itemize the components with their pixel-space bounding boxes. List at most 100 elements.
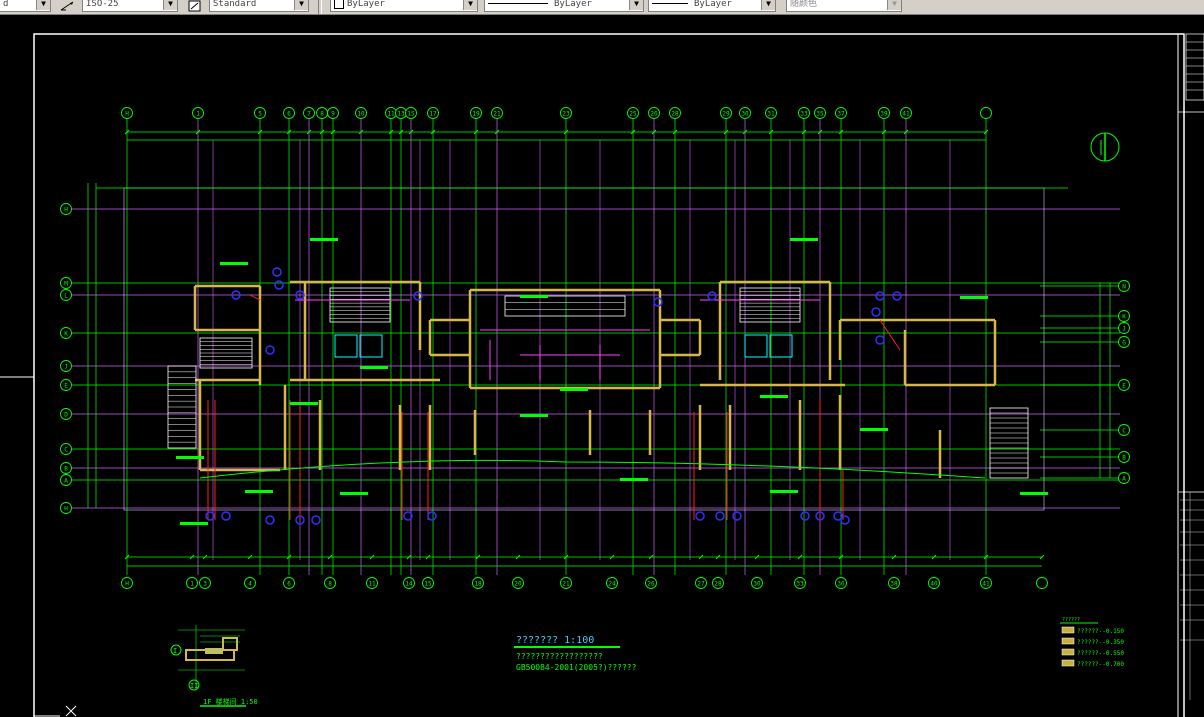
- annotation-text: [1020, 492, 1048, 495]
- chevron-down-icon[interactable]: ▼: [887, 0, 901, 10]
- plotstyle-value: 随颜色: [790, 0, 818, 9]
- axis-bubble-label: L: [64, 293, 68, 300]
- axis-bubble: 33: [794, 577, 806, 589]
- axis-bubble: 19: [470, 107, 482, 119]
- axis-bubble: 40: [928, 577, 940, 589]
- axis-bubble: 8: [324, 577, 336, 589]
- legend-item: ??????--0.350: [1061, 637, 1124, 646]
- hydrant-icon: [715, 511, 725, 521]
- chevron-down-icon[interactable]: ▼: [629, 0, 643, 10]
- chevron-down-icon[interactable]: ▼: [761, 0, 775, 10]
- axis-bubble-label: 3: [203, 581, 207, 588]
- linetype-value: ByLayer: [554, 0, 592, 9]
- svg-text:I: I: [173, 647, 177, 655]
- axis-bubble: E: [60, 379, 72, 391]
- axis-bubble-label: 19: [472, 111, 480, 118]
- axis-bubble-label: 5: [258, 111, 262, 118]
- axis-bubble-label: 31: [767, 111, 775, 118]
- axis-bubble-label: J: [64, 364, 68, 371]
- annotation-text: [790, 238, 818, 241]
- axis-bubble: 38: [888, 577, 900, 589]
- textstyle-icon[interactable]: [188, 0, 202, 12]
- axis-bubble-label: 14: [405, 581, 413, 588]
- axis-bubble: M: [60, 277, 72, 289]
- axis-bubble: B: [60, 462, 72, 474]
- chevron-down-icon[interactable]: ▼: [36, 0, 50, 10]
- hydrant-icon: [875, 335, 885, 345]
- axis-bubble-label: H: [64, 207, 68, 214]
- axis-bubble: C: [1118, 424, 1130, 436]
- axis-bubble: 33: [798, 107, 810, 119]
- axis-bubble: [1036, 577, 1048, 589]
- lineweight-dropdown[interactable]: ByLayer ▼: [648, 0, 776, 12]
- axis-bubble-label: J: [1122, 326, 1126, 333]
- textstyle-dropdown[interactable]: Standard ▼: [209, 0, 309, 12]
- svg-text:??????--0.550: ??????--0.550: [1077, 650, 1124, 657]
- pipe-red: [879, 319, 901, 351]
- axis-bubble: 1: [186, 577, 198, 589]
- axis-bubble-label: 15: [407, 111, 415, 118]
- chevron-down-icon[interactable]: ▼: [463, 0, 477, 10]
- axis-bubble-label: 7: [307, 111, 311, 118]
- axis-bubble: 13: [395, 107, 407, 119]
- hydrant-icon: [732, 511, 742, 521]
- axis-bubble-label: 36: [837, 581, 845, 588]
- plan-title: ??????? 1:100: [516, 635, 594, 646]
- hydrant-icon: [840, 515, 850, 525]
- annotation-text: [520, 295, 548, 298]
- annotation-text: [960, 296, 988, 299]
- chevron-down-icon[interactable]: ▼: [163, 0, 177, 10]
- svg-text:??????--0.150: ??????--0.150: [1077, 628, 1124, 635]
- axis-bubble-label: 30: [741, 111, 749, 118]
- axis-bubble: 3: [199, 577, 211, 589]
- grid-lines: [70, 119, 1120, 575]
- elevator-shaft: [359, 334, 383, 358]
- dimstyle-icon[interactable]: [60, 0, 74, 12]
- linetype-preview: [488, 3, 548, 4]
- hydrant-icon: [272, 267, 282, 277]
- axis-bubble: 21: [491, 107, 503, 119]
- axis-bubble-label: N: [1122, 284, 1126, 291]
- axis-bubble-label: 41: [902, 111, 910, 118]
- axis-bubble: 4: [244, 577, 256, 589]
- plan-subtitle: ??????????????????: [516, 652, 603, 661]
- first-dropdown[interactable]: d ▼: [0, 0, 51, 12]
- hydrant-icon: [800, 511, 810, 521]
- axis-bubble-label: 11: [387, 111, 395, 118]
- building-edge: [199, 459, 986, 479]
- axis-bubble: 21: [560, 577, 572, 589]
- properties-toolbar: d ▼ ISO-25 ▼ Standard ▼ ByLayer ▼ ByLaye…: [0, 0, 1204, 15]
- legend: ?????? ??????--0.150 ??????--0.350 ?????…: [1060, 617, 1124, 668]
- toolbar-separator: [318, 0, 322, 14]
- north-arrow-icon: [1090, 132, 1120, 162]
- svg-text:II: II: [190, 682, 198, 690]
- axis-bubble-label: A: [64, 478, 68, 485]
- linetype-dropdown[interactable]: ByLayer ▼: [484, 0, 644, 12]
- axis-bubble: H: [60, 502, 72, 514]
- stair-mid-right: [739, 287, 801, 323]
- svg-text:??????--0.350: ??????--0.350: [1077, 639, 1124, 646]
- axis-bubble-label: K: [64, 331, 68, 338]
- annotation-text: [560, 388, 588, 391]
- chevron-down-icon[interactable]: ▼: [294, 0, 308, 10]
- axis-bubble: 10: [355, 107, 367, 119]
- hydrant-icon: [427, 511, 437, 521]
- plan-standard-note: GB50084-2001(2005?)??????: [516, 663, 637, 672]
- axis-bubble-label: 6: [287, 581, 291, 588]
- drawing-canvas[interactable]: H 1 5 6 7 8 9 10 11 13 15 17 19 21 23 25 26 28 29 30 31 33 35 3…: [0, 14, 1204, 717]
- axis-bubble-label: 21: [493, 111, 501, 118]
- legend-item: ??????--0.150: [1061, 626, 1124, 635]
- axis-bubble: A: [60, 474, 72, 486]
- axis-bubble: C: [60, 443, 72, 455]
- plotstyle-dropdown[interactable]: 随颜色 ▼: [786, 0, 902, 12]
- axis-bubble: 24: [606, 577, 618, 589]
- axis-bubble: 26: [645, 577, 657, 589]
- axis-bubble: 6: [283, 107, 295, 119]
- hydrant-icon: [871, 307, 881, 317]
- dimstyle-dropdown[interactable]: ISO-25 ▼: [82, 0, 178, 12]
- axis-bubble: 30: [739, 107, 751, 119]
- annotation-text: [245, 490, 273, 493]
- axis-bubble-label: 17: [429, 111, 437, 118]
- axis-bubble-label: E: [1122, 383, 1126, 390]
- color-dropdown[interactable]: ByLayer ▼: [330, 0, 478, 12]
